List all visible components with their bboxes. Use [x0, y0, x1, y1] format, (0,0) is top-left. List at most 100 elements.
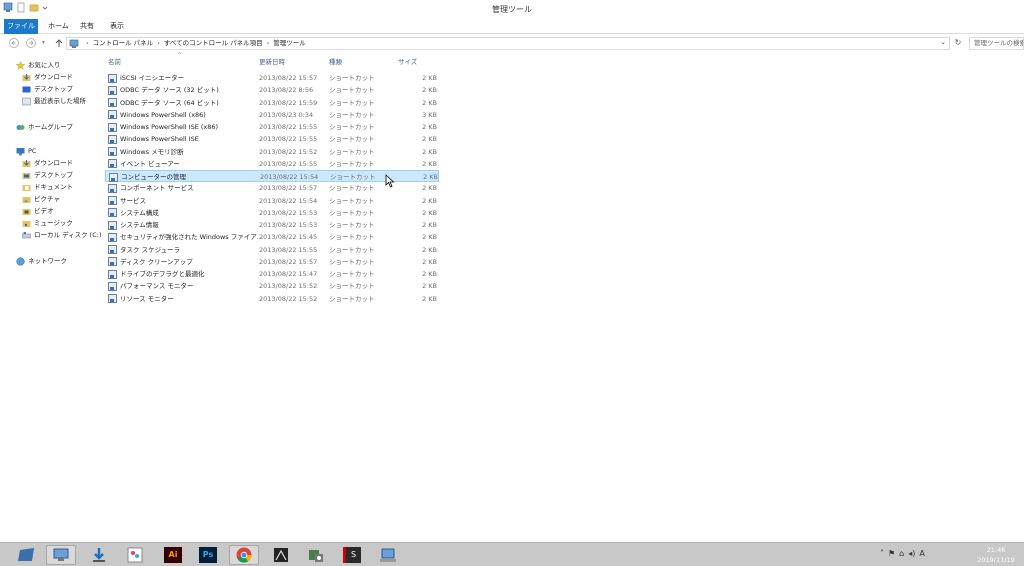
illustrator-label: Ai: [164, 547, 182, 563]
file-row[interactable]: システム構成 2013/08/22 15:53 ショートカット 2 KB: [105, 207, 439, 219]
file-row[interactable]: ODBC データ ソース (64 ビット) 2013/08/22 15:59 ショー…: [105, 97, 439, 109]
flag-icon[interactable]: ⚑: [888, 549, 895, 558]
network-icon: [16, 256, 25, 266]
breadcrumb-item[interactable]: すべてのコントロール パネル項目: [164, 37, 263, 49]
nav-desktop[interactable]: デスクトップ: [22, 83, 73, 95]
file-name-cell: Windows PowerShell (x86): [108, 109, 206, 121]
file-date: 2013/08/22 15:57: [259, 257, 318, 266]
file-row[interactable]: ODBC データ ソース (32 ビット) 2013/08/22 8:56 ショート…: [105, 84, 439, 96]
back-button[interactable]: [9, 38, 19, 48]
nav-pc-documents[interactable]: ドキュメント: [22, 181, 73, 193]
nav-scrollbar[interactable]: [98, 52, 101, 542]
recent-locations-icon[interactable]: ▾: [42, 39, 45, 46]
file-row[interactable]: Windows PowerShell ISE 2013/08/22 15:55 ショ…: [105, 133, 439, 145]
photoshop-label: Ps: [199, 547, 217, 563]
desktop-icon: [22, 85, 31, 94]
nav-pc-local-disk[interactable]: ローカル ディスク (C:): [22, 229, 101, 241]
volume-icon[interactable]: ◂): [908, 549, 915, 558]
file-row[interactable]: リソース モニター 2013/08/22 15:52 ショートカット 2 KB: [105, 293, 439, 305]
shortcut-icon: [108, 147, 117, 156]
file-size: 2 KB: [422, 294, 437, 303]
s-app-icon[interactable]: S: [337, 545, 367, 565]
nav-recent-places[interactable]: 最近表示した場所: [22, 95, 86, 107]
refresh-icon[interactable]: ↻: [952, 37, 964, 49]
nav-pc-music[interactable]: ミュージック: [22, 217, 73, 229]
ime-indicator[interactable]: A: [919, 549, 924, 558]
file-row[interactable]: Windows メモリ診断 2013/08/22 15:52 ショートカット 2 KB: [105, 146, 439, 158]
file-size: 2 KB: [422, 196, 437, 205]
music-folder-icon: [22, 219, 31, 228]
nav-downloads[interactable]: ダウンロード: [22, 71, 73, 83]
media-icon[interactable]: [266, 545, 296, 565]
file-row[interactable]: タスク スケジューラ 2013/08/22 15:55 ショートカット 2 KB: [105, 244, 439, 256]
nav-pc-pictures[interactable]: ピクチャ: [22, 193, 60, 205]
paint-icon[interactable]: [120, 545, 150, 565]
security-icon[interactable]: [301, 545, 331, 565]
file-row[interactable]: ディスク クリーンアップ 2013/08/22 15:57 ショートカット 2 KB: [105, 256, 439, 268]
nav-homegroup[interactable]: ホームグループ: [16, 121, 73, 133]
file-type: ショートカット: [330, 173, 376, 181]
shortcut-icon: [108, 159, 117, 169]
forward-button[interactable]: [26, 38, 36, 48]
computer-icon: [16, 147, 25, 156]
file-name-cell: イベント ビューアー: [108, 158, 180, 170]
tab-file[interactable]: ファイル: [4, 19, 38, 34]
shortcut-icon: [108, 245, 117, 254]
tab-home[interactable]: ホーム: [42, 19, 75, 34]
chrome-icon[interactable]: [229, 545, 259, 565]
tab-view[interactable]: 表示: [104, 19, 130, 34]
file-type: ショートカット: [329, 184, 375, 193]
file-row[interactable]: イベント ビューアー 2013/08/22 15:55 ショートカット 2 KB: [105, 158, 439, 170]
breadcrumb-item[interactable]: 管理ツール: [273, 37, 306, 49]
clock[interactable]: 21:46 2019/11/19: [972, 545, 1020, 565]
clock-time: 21:46: [986, 546, 1006, 554]
column-header-type[interactable]: 種類: [329, 55, 342, 69]
search-input[interactable]: 管理ツールの検索: [969, 37, 1024, 50]
ribbon: ファイル ホーム 共有 表示: [0, 17, 1024, 34]
file-row[interactable]: パフォーマンス モニター 2013/08/22 15:52 ショートカット 2 KB: [105, 280, 439, 292]
illustrator-icon[interactable]: Ai: [158, 545, 188, 565]
file-type: ショートカット: [329, 135, 375, 144]
file-name: ODBC データ ソース (32 ビット): [120, 86, 219, 95]
file-date: 2013/08/22 15:52: [259, 282, 318, 291]
breadcrumb-item[interactable]: コントロール パネル: [93, 37, 154, 49]
nav-pc-downloads[interactable]: ダウンロード: [22, 157, 73, 169]
file-type: ショートカット: [329, 257, 375, 266]
file-size: 2 KB: [422, 208, 437, 217]
file-row[interactable]: ドライブのデフラグと最適化 2013/08/22 15:47 ショートカット 2 KB: [105, 268, 439, 280]
file-name: ディスク クリーンアップ: [120, 257, 193, 266]
file-row[interactable]: セキュリティが強化された Windows ファイア... 2013/08/22 1…: [105, 231, 439, 243]
file-size: 2 KB: [422, 270, 437, 278]
column-header-size[interactable]: サイズ: [398, 55, 417, 69]
file-row[interactable]: iSCSI イニシエーター 2013/08/22 15:57 ショートカット 2 KB: [105, 72, 439, 84]
file-name-cell: タスク スケジューラ: [108, 244, 180, 256]
column-header-name[interactable]: 名前: [108, 55, 121, 69]
up-button[interactable]: [54, 37, 64, 49]
file-date: 2013/08/22 8:56: [259, 86, 314, 95]
file-row[interactable]: サービス 2013/08/22 15:54 ショートカット 2 KB: [105, 195, 439, 207]
chevron-up-icon[interactable]: ˄: [880, 549, 884, 558]
network-admin-icon[interactable]: [373, 545, 403, 565]
control-panel-icon[interactable]: [46, 545, 76, 565]
tab-share[interactable]: 共有: [74, 19, 100, 34]
downloads-icon[interactable]: [84, 545, 114, 565]
file-name-cell: ディスク クリーンアップ: [108, 256, 193, 268]
nav-network[interactable]: ネットワーク: [16, 255, 67, 267]
nav-favorites[interactable]: お気に入り: [15, 59, 61, 71]
file-row[interactable]: Windows PowerShell ISE (x86) 2013/08/22 1…: [105, 121, 439, 133]
file-type: ショートカット: [329, 110, 375, 119]
column-header-date[interactable]: 更新日時: [259, 55, 285, 69]
file-type: ショートカット: [329, 208, 375, 217]
file-name: Windows PowerShell (x86): [120, 110, 206, 119]
nav-pc-desktop[interactable]: デスクトップ: [22, 169, 73, 181]
photoshop-icon[interactable]: Ps: [193, 545, 223, 565]
file-row[interactable]: システム情報 2013/08/22 15:53 ショートカット 2 KB: [105, 219, 439, 231]
start-icon[interactable]: [12, 545, 42, 565]
nav-pc[interactable]: PC: [16, 145, 36, 157]
file-row[interactable]: Windows PowerShell (x86) 2013/08/23 0:34 シ…: [105, 109, 439, 121]
network-status-icon[interactable]: ⌂: [899, 549, 904, 558]
shortcut-icon: [108, 85, 117, 95]
chevron-down-icon[interactable]: ⌄: [940, 38, 946, 46]
breadcrumb-separator-icon: ›: [266, 39, 270, 47]
nav-pc-videos[interactable]: ビデオ: [22, 205, 54, 217]
